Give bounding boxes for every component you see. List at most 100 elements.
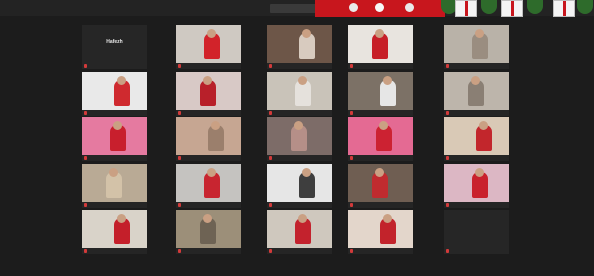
participant-head bbox=[203, 214, 212, 223]
mic-muted-icon bbox=[269, 203, 272, 207]
participant-head bbox=[383, 214, 392, 223]
participant-tile[interactable] bbox=[176, 72, 241, 116]
participant-video bbox=[348, 164, 413, 202]
participant-head bbox=[383, 76, 392, 85]
participant-tile[interactable] bbox=[348, 210, 413, 254]
participant-head bbox=[203, 76, 212, 85]
participant-tile[interactable] bbox=[82, 164, 147, 208]
holly-leaf-icon bbox=[527, 0, 543, 14]
participant-tile[interactable] bbox=[348, 72, 413, 116]
participant-video bbox=[348, 72, 413, 110]
participant-tile[interactable] bbox=[444, 72, 509, 116]
participant-center-name: Hafezh bbox=[106, 39, 123, 45]
participant-video bbox=[176, 117, 241, 155]
participant-head bbox=[479, 121, 488, 130]
participant-video bbox=[176, 72, 241, 110]
participant-video bbox=[82, 117, 147, 155]
ornament-icon bbox=[375, 3, 384, 12]
mic-muted-icon bbox=[84, 64, 87, 68]
mic-muted-icon bbox=[269, 111, 272, 115]
participant-video bbox=[348, 25, 413, 63]
participant-tile[interactable] bbox=[444, 164, 509, 208]
participant-video bbox=[267, 25, 332, 63]
participant-tile[interactable] bbox=[267, 210, 332, 254]
participant-head bbox=[475, 168, 484, 177]
mic-muted-icon bbox=[350, 203, 353, 207]
participant-video bbox=[267, 210, 332, 248]
mic-muted-icon bbox=[84, 249, 87, 253]
participant-head bbox=[375, 168, 384, 177]
mic-muted-icon bbox=[350, 249, 353, 253]
gift-box-icon bbox=[501, 0, 523, 17]
participant-video bbox=[444, 25, 509, 63]
participant-tile[interactable] bbox=[82, 117, 147, 161]
mic-muted-icon bbox=[446, 156, 449, 160]
participant-video bbox=[444, 117, 509, 155]
gift-box-icon bbox=[553, 0, 575, 17]
participant-tile[interactable] bbox=[444, 210, 509, 254]
mic-muted-icon bbox=[84, 156, 87, 160]
participant-tile[interactable] bbox=[82, 210, 147, 254]
mic-muted-icon bbox=[178, 249, 181, 253]
mic-muted-icon bbox=[84, 111, 87, 115]
participant-tile[interactable] bbox=[444, 25, 509, 69]
video-meeting-window: Hafezh bbox=[0, 0, 594, 276]
mic-muted-icon bbox=[350, 64, 353, 68]
participant-tile[interactable] bbox=[176, 164, 241, 208]
participant-tile[interactable] bbox=[267, 164, 332, 208]
mic-muted-icon bbox=[178, 111, 181, 115]
participant-video bbox=[267, 164, 332, 202]
participant-video bbox=[267, 117, 332, 155]
participant-video bbox=[348, 210, 413, 248]
mic-muted-icon bbox=[446, 249, 449, 253]
participant-tile[interactable] bbox=[348, 25, 413, 69]
participant-video bbox=[444, 72, 509, 110]
participant-head bbox=[211, 121, 220, 130]
mic-muted-icon bbox=[84, 203, 87, 207]
participant-tile[interactable] bbox=[267, 117, 332, 161]
participant-video bbox=[82, 210, 147, 248]
participant-head bbox=[113, 121, 122, 130]
participant-tile[interactable] bbox=[176, 25, 241, 69]
mic-muted-icon bbox=[350, 156, 353, 160]
participant-head bbox=[117, 214, 126, 223]
mic-muted-icon bbox=[178, 156, 181, 160]
participant-head bbox=[379, 121, 388, 130]
participant-head bbox=[298, 214, 307, 223]
ornament-icon bbox=[349, 3, 358, 12]
participant-tile[interactable] bbox=[348, 117, 413, 161]
mic-muted-icon bbox=[269, 64, 272, 68]
participant-tile[interactable] bbox=[267, 25, 332, 69]
participant-head bbox=[475, 29, 484, 38]
participant-head bbox=[117, 76, 126, 85]
mic-muted-icon bbox=[178, 64, 181, 68]
participant-tile[interactable] bbox=[82, 72, 147, 116]
participant-tile[interactable] bbox=[348, 164, 413, 208]
mic-muted-icon bbox=[446, 64, 449, 68]
mic-muted-icon bbox=[269, 156, 272, 160]
participant-video bbox=[267, 72, 332, 110]
participant-head bbox=[298, 76, 307, 85]
christmas-banner-image bbox=[315, 0, 594, 18]
mic-muted-icon bbox=[350, 111, 353, 115]
participant-video bbox=[348, 117, 413, 155]
participant-video bbox=[176, 210, 241, 248]
gift-box-icon bbox=[455, 0, 477, 17]
participant-video bbox=[176, 25, 241, 63]
participant-gallery: Hafezh bbox=[82, 25, 514, 255]
participant-video bbox=[444, 164, 509, 202]
participant-tile[interactable] bbox=[176, 117, 241, 161]
participant-tile[interactable] bbox=[267, 72, 332, 116]
participant-tile[interactable] bbox=[444, 117, 509, 161]
participant-head bbox=[294, 121, 303, 130]
participant-head bbox=[471, 76, 480, 85]
participant-head bbox=[302, 29, 311, 38]
participant-tile[interactable]: Hafezh bbox=[82, 25, 147, 69]
holly-leaf-icon bbox=[577, 0, 593, 14]
participant-head bbox=[207, 29, 216, 38]
participant-video bbox=[82, 164, 147, 202]
participant-head bbox=[375, 29, 384, 38]
mic-muted-icon bbox=[178, 203, 181, 207]
participant-tile[interactable] bbox=[176, 210, 241, 254]
mic-muted-icon bbox=[446, 111, 449, 115]
